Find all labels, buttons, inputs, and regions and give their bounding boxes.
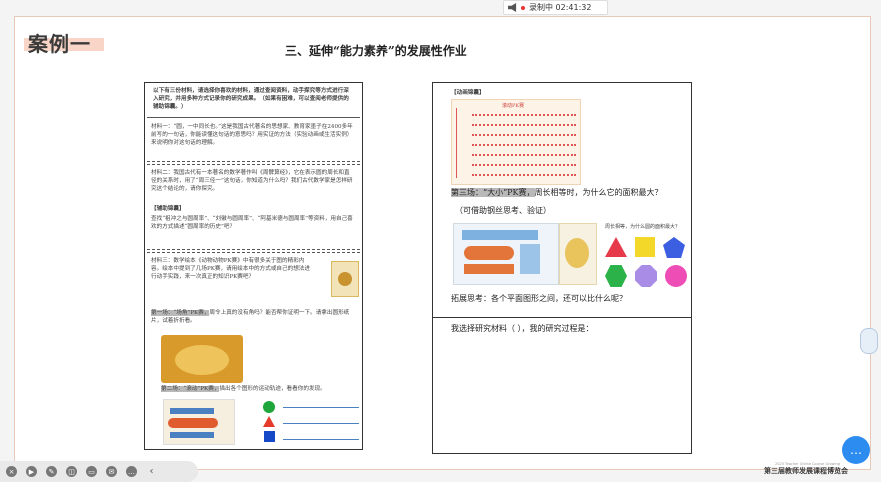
record-dot-icon <box>521 5 525 10</box>
tip-text: 查找“祖冲之与圆周率”、“刘徽与圆周率”、“阿基米德与圆周率”等资料，用自己喜欢… <box>151 216 353 230</box>
more-icon[interactable]: … <box>126 466 137 477</box>
material-1-text: 材料一：“圆，一中同长也。”这是我国古代著名的思想家、教育家墨子在2400多年前… <box>151 124 353 146</box>
folding-photo <box>161 335 243 383</box>
area-compare-image <box>453 223 559 285</box>
picture-book-page <box>559 223 597 285</box>
close-icon[interactable]: × <box>6 466 17 477</box>
pen-icon[interactable]: ✎ <box>46 466 57 477</box>
case-title: 案例一 <box>28 32 91 56</box>
brand-logo: 第三届教师发展课程博览会 <box>764 467 848 475</box>
intro-text: 以下有三份材料，请选择你喜欢的材料，通过查阅资料，动手探究等方式进行深入研究，并… <box>153 88 349 110</box>
slide-title: 三、延伸“能力素养”的发展性作业 <box>285 44 467 58</box>
extend-thinking: 拓展思考：各个平面图形之间，还可以比什么呢？ <box>451 294 627 303</box>
recording-time: 录制中 02:41:32 <box>529 3 592 12</box>
scene-2: 第二场：“滚动”PK赛，描出各个图形的运动轨迹，看看你的发现。 <box>161 386 326 392</box>
chat-bubble-icon[interactable]: … <box>842 436 870 464</box>
scene-1: 第一场：“场角”PK赛，周令上真的没有角吗？能否帮你证明一下。请拿出圆形纸片，试… <box>151 310 350 324</box>
scene-3: 第三场：“大小”PK赛，周长相等时，为什么它的面积最大？ <box>451 188 663 197</box>
rolling-shapes-image <box>163 399 235 445</box>
play-icon[interactable]: ▶ <box>26 466 37 477</box>
choose-material-prompt: 我选择研究材料（ ），我的研究过程是： <box>451 324 594 333</box>
shape-tracks <box>261 399 359 445</box>
right-document: 【动画锦囊】 滚动PK赛 第三场：“大小”PK赛，周长相等时，为什么它的面积最大… <box>432 82 692 454</box>
chevron-left-icon[interactable]: ‹ <box>146 466 157 477</box>
material-2-text: 材料二：我国古代有一本著名的数学著作叫《周髀算经》，它在表示圆的周长和直径的关系… <box>151 170 353 192</box>
material-3-text: 材料三：数学绘本《动物动物PK赛》中有很多关于图的精彩内容。绘本中提到了几场PK… <box>151 258 310 280</box>
left-document: 以下有三份材料，请选择你喜欢的材料，通过查阅资料，动手探究等方式进行深入研究，并… <box>144 82 363 450</box>
animation-tip-heading: 【动画锦囊】 <box>451 90 485 96</box>
rolling-animation: 滚动PK赛 <box>451 99 581 185</box>
recording-indicator[interactable]: 录制中 02:41:32 <box>503 0 608 15</box>
tip-heading: 【辅助锦囊】 <box>151 206 185 212</box>
comment-icon[interactable]: ✉ <box>106 466 117 477</box>
side-panel-toggle[interactable] <box>860 328 878 354</box>
bottom-toolbar: × ▶ ✎ ◫ ▭ ✉ … ‹ <box>0 461 198 482</box>
slides-icon[interactable]: ▭ <box>86 466 97 477</box>
picture-book-cover <box>331 261 359 297</box>
equal-perimeter-shapes <box>603 235 693 291</box>
shapes-caption: 周长相等，为什么圆的面积最大？ <box>605 224 681 230</box>
screenshot-icon[interactable]: ◫ <box>66 466 77 477</box>
scene-3-hint: （可借助钢丝思考、验证） <box>455 206 551 215</box>
speaker-icon[interactable] <box>508 3 517 12</box>
